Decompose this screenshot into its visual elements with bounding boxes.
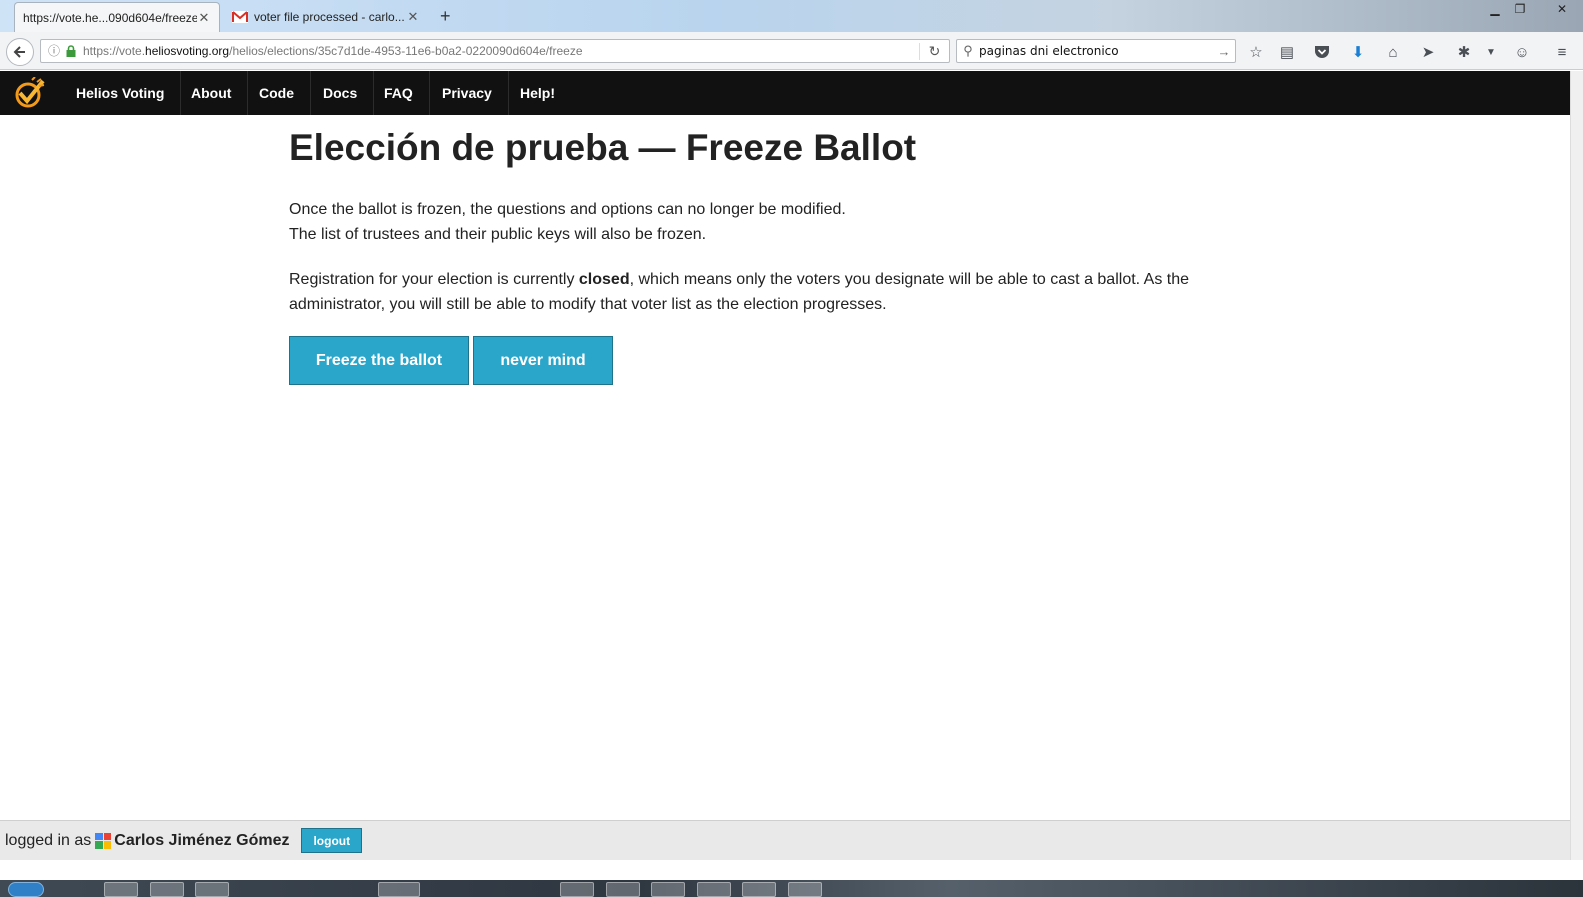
url-bar[interactable]: ⓘ https://vote.heliosvoting.org/helios/e… xyxy=(40,39,950,63)
action-buttons: Freeze the ballot never mind xyxy=(289,336,1289,385)
taskbar-item[interactable] xyxy=(195,882,229,897)
tab-title: https://vote.he...090d604e/freeze xyxy=(23,10,197,25)
url-path: /helios/elections/35c7d1de-4953-11e6-b0a… xyxy=(229,44,583,58)
never-mind-button[interactable]: never mind xyxy=(473,336,613,385)
vertical-scrollbar[interactable] xyxy=(1570,71,1583,860)
page-title: Elección de prueba — Freeze Ballot xyxy=(289,127,917,168)
search-input[interactable] xyxy=(979,44,1213,58)
taskbar-item[interactable] xyxy=(742,882,776,897)
new-tab-icon[interactable]: + xyxy=(440,6,451,27)
star-icon[interactable]: ☆ xyxy=(1245,41,1267,63)
browser-tab-strip: https://vote.he...090d604e/freeze ✕ vote… xyxy=(0,0,1583,32)
gmail-icon xyxy=(232,11,248,23)
nav-code[interactable]: Code xyxy=(243,71,311,115)
reading-list-icon[interactable]: ▤ xyxy=(1276,41,1298,63)
browser-tab-gmail[interactable]: voter file processed - carlo... ✕ xyxy=(224,2,428,32)
extension-icon[interactable]: ✱ xyxy=(1453,41,1475,63)
nav-helios-voting[interactable]: Helios Voting xyxy=(60,71,182,115)
tab-title: voter file processed - carlo... xyxy=(254,10,405,24)
chat-icon[interactable]: ☺ xyxy=(1511,41,1533,63)
registration-info: Registration for your election is curren… xyxy=(289,267,1289,317)
home-icon[interactable]: ⌂ xyxy=(1382,41,1404,63)
search-icon: ⚲ xyxy=(963,43,973,58)
google-icon xyxy=(95,832,112,849)
browser-nav-bar: ⓘ https://vote.heliosvoting.org/helios/e… xyxy=(0,32,1583,70)
info-icon[interactable]: ⓘ xyxy=(45,42,63,60)
search-bar[interactable]: ⚲ → xyxy=(956,39,1236,63)
registration-text-before: Registration for your election is curren… xyxy=(289,271,579,288)
os-taskbar xyxy=(0,880,1583,897)
close-tab-icon[interactable]: ✕ xyxy=(406,9,420,25)
nav-docs[interactable]: Docs xyxy=(307,71,375,115)
download-icon[interactable]: ⬇ xyxy=(1347,41,1369,63)
taskbar-item[interactable] xyxy=(606,882,640,897)
nav-about[interactable]: About xyxy=(175,71,249,115)
freeze-info-line-2: The list of trustees and their public ke… xyxy=(289,226,707,243)
helios-header: Helios Voting About Code Docs FAQ Privac… xyxy=(0,71,1570,115)
nav-help[interactable]: Help! xyxy=(504,71,571,115)
registration-status: closed xyxy=(578,271,630,288)
url-text: https://vote.heliosvoting.org/helios/ele… xyxy=(83,44,919,58)
reload-icon[interactable]: ↻ xyxy=(919,42,949,60)
taskbar-item[interactable] xyxy=(378,882,420,897)
logged-in-label: logged in as xyxy=(5,831,92,849)
close-tab-icon[interactable]: ✕ xyxy=(197,10,211,26)
taskbar-item[interactable] xyxy=(788,882,822,897)
taskbar-item[interactable] xyxy=(150,882,184,897)
username: Carlos Jiménez Gómez xyxy=(114,831,290,849)
url-domain: heliosvoting.org xyxy=(145,44,230,58)
close-window-icon[interactable]: ✕ xyxy=(1550,0,1574,18)
send-icon[interactable]: ➤ xyxy=(1417,41,1439,63)
nav-privacy[interactable]: Privacy xyxy=(426,71,509,115)
menu-icon[interactable]: ≡ xyxy=(1551,41,1573,63)
pocket-icon[interactable] xyxy=(1311,41,1333,63)
minimize-icon[interactable]: ▁ xyxy=(1483,0,1507,18)
url-prefix: https://vote. xyxy=(83,44,146,58)
login-footer: logged in as Carlos Jiménez Gómez logout xyxy=(0,820,1570,860)
taskbar-item[interactable] xyxy=(560,882,594,897)
helios-logo-icon[interactable] xyxy=(12,76,46,109)
freeze-info-line-1: Once the ballot is frozen, the questions… xyxy=(289,201,846,218)
back-arrow-icon[interactable] xyxy=(6,38,34,66)
freeze-ballot-button[interactable]: Freeze the ballot xyxy=(289,336,469,385)
start-button-icon[interactable] xyxy=(8,882,44,897)
freeze-info: Once the ballot is frozen, the questions… xyxy=(289,197,1289,247)
taskbar-item[interactable] xyxy=(697,882,731,897)
browser-tab-active[interactable]: https://vote.he...090d604e/freeze ✕ xyxy=(14,2,220,32)
logout-button[interactable]: logout xyxy=(301,828,363,853)
go-arrow-icon[interactable]: → xyxy=(1213,44,1235,59)
nav-faq[interactable]: FAQ xyxy=(368,71,430,115)
taskbar-item[interactable] xyxy=(104,882,138,897)
main-content: Elección de prueba — Freeze Ballot Once … xyxy=(289,115,1289,385)
dropdown-icon[interactable]: ▼ xyxy=(1480,41,1502,63)
lock-icon[interactable] xyxy=(65,45,77,57)
taskbar-item[interactable] xyxy=(651,882,685,897)
restore-icon[interactable]: ❐ xyxy=(1508,0,1532,18)
